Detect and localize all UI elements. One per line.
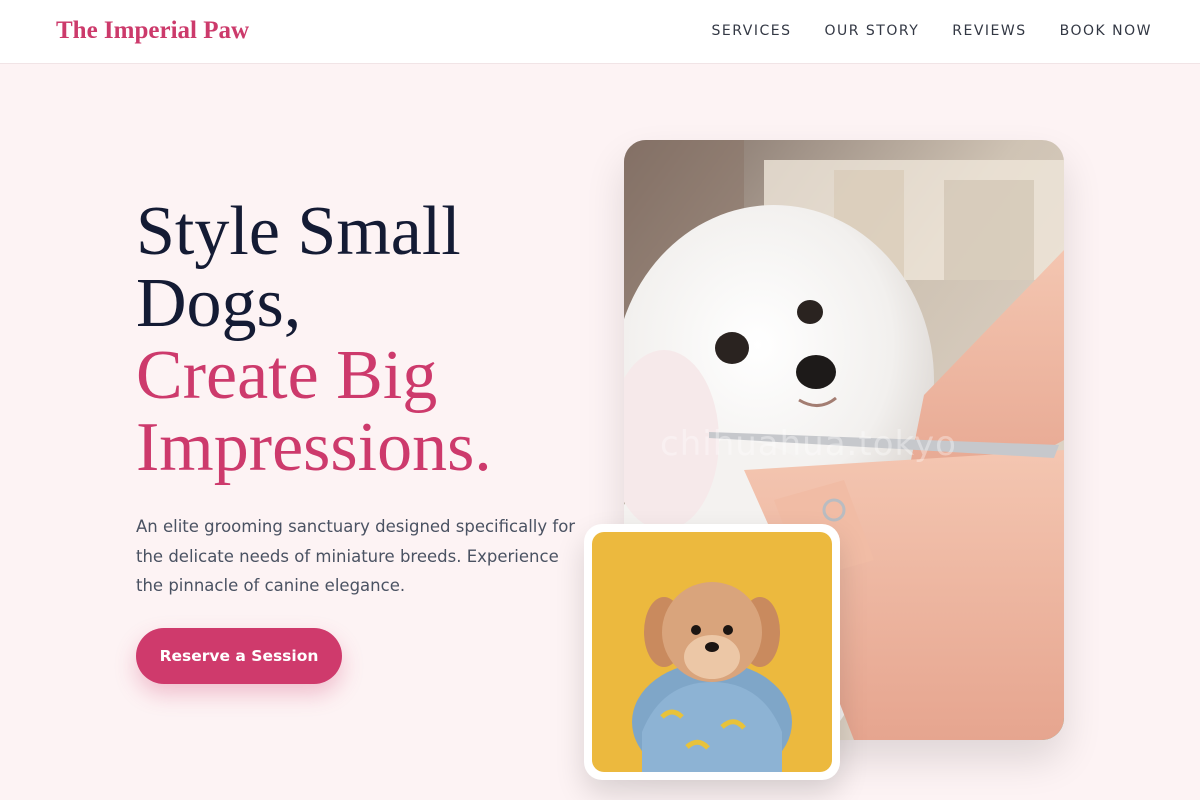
brand-logo[interactable]: The Imperial Paw	[56, 17, 249, 45]
dog-portrait-card	[584, 524, 840, 780]
nav-link-reviews[interactable]: REVIEWS	[952, 23, 1026, 39]
photo-watermark: chihuahua.tokyo	[660, 424, 957, 464]
reserve-session-button[interactable]: Reserve a Session	[136, 628, 342, 684]
headline-accent-line-2: Impressions.	[136, 409, 492, 486]
hero-subtext: An elite grooming sanctuary designed spe…	[136, 517, 576, 595]
headline-line-2: Dogs,	[136, 265, 302, 342]
dog-portrait-photo	[592, 532, 832, 772]
nav-link-book-now[interactable]: BOOK NOW	[1060, 23, 1152, 39]
hero-headline: Style Small Dogs, Create Big Impressions…	[136, 196, 576, 484]
main-nav: SERVICES OUR STORY REVIEWS BOOK NOW	[712, 23, 1152, 39]
hero-copy: Style Small Dogs, Create Big Impressions…	[136, 196, 576, 601]
nav-link-services[interactable]: SERVICES	[712, 23, 792, 39]
headline-accent-line-1: Create Big	[136, 337, 438, 414]
top-navbar: The Imperial Paw SERVICES OUR STORY REVI…	[0, 0, 1200, 64]
nav-link-our-story[interactable]: OUR STORY	[824, 23, 919, 39]
headline-line-1: Style Small	[136, 193, 461, 270]
